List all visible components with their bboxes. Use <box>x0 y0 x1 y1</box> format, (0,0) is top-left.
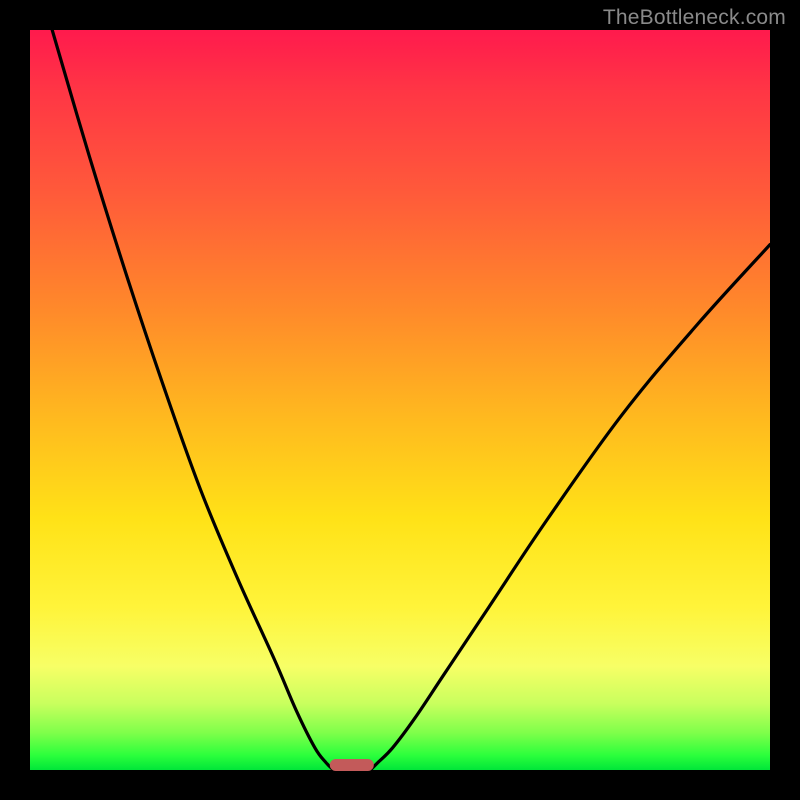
optimal-marker <box>330 759 374 771</box>
plot-area <box>30 30 770 770</box>
bottleneck-curve <box>30 30 770 770</box>
curve-path <box>52 30 770 770</box>
chart-frame: TheBottleneck.com <box>0 0 800 800</box>
watermark-text: TheBottleneck.com <box>603 6 786 30</box>
